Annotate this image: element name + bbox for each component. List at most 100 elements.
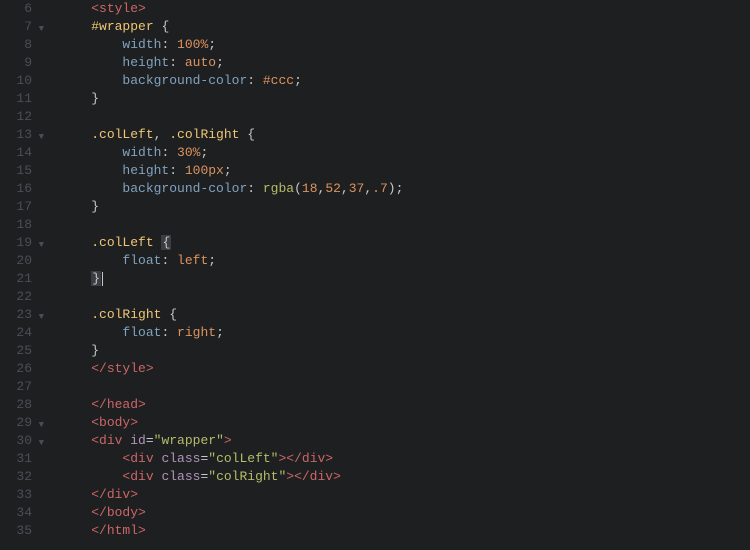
token-val: 30% xyxy=(177,145,200,160)
token-val: 37 xyxy=(349,181,365,196)
line-number: 15 xyxy=(0,162,42,180)
token-tag: ></div> xyxy=(286,469,341,484)
code-line[interactable]: height: 100px; xyxy=(60,162,403,180)
code-line[interactable]: } xyxy=(60,270,403,288)
token-punct: : xyxy=(169,55,185,70)
code-line[interactable]: width: 30%; xyxy=(60,144,403,162)
token-prop: width xyxy=(122,37,161,52)
token-val: .7 xyxy=(372,181,388,196)
token-tag: </body> xyxy=(91,505,146,520)
token-sel: .colLeft xyxy=(91,235,153,250)
token-val: auto xyxy=(185,55,216,70)
token-attr: class xyxy=(161,451,200,466)
code-line[interactable]: </div> xyxy=(60,486,403,504)
line-number: 16 xyxy=(0,180,42,198)
token-punct: ); xyxy=(388,181,404,196)
token-sel: .colRight xyxy=(91,307,161,322)
code-area[interactable]: <style> #wrapper { width: 100%; height: … xyxy=(48,0,403,550)
code-editor[interactable]: 6789101112131415161718192021222324252627… xyxy=(0,0,750,550)
token-prop: background-color xyxy=(122,181,247,196)
code-line[interactable]: } xyxy=(60,342,403,360)
line-number: 10 xyxy=(0,72,42,90)
token-punct: ; xyxy=(216,325,224,340)
line-number: 18 xyxy=(0,216,42,234)
token-punct: , xyxy=(364,181,372,196)
line-number: 13 xyxy=(0,126,42,144)
token-tag: </div> xyxy=(91,487,138,502)
token-punct: ; xyxy=(208,37,216,52)
line-number: 12 xyxy=(0,108,42,126)
code-line[interactable]: .colRight { xyxy=(60,306,403,324)
code-line[interactable]: <style> xyxy=(60,0,403,18)
code-line[interactable] xyxy=(60,216,403,234)
token-val: right xyxy=(177,325,216,340)
line-number: 25 xyxy=(0,342,42,360)
token-punct: ; xyxy=(224,163,232,178)
code-line[interactable]: </body> xyxy=(60,504,403,522)
token-sel: #wrapper xyxy=(91,19,153,34)
token-val: 18 xyxy=(302,181,318,196)
token-tag: </style> xyxy=(91,361,153,376)
token-func: rgba xyxy=(263,181,294,196)
token-tag: <style> xyxy=(91,1,146,16)
code-line[interactable] xyxy=(60,378,403,396)
line-number: 11 xyxy=(0,90,42,108)
code-line[interactable]: </style> xyxy=(60,360,403,378)
token-val: 100px xyxy=(185,163,224,178)
code-line[interactable]: width: 100%; xyxy=(60,36,403,54)
token-tag: ></div> xyxy=(278,451,333,466)
token-punct: } xyxy=(91,199,99,214)
line-number: 9 xyxy=(0,54,42,72)
line-number: 19 xyxy=(0,234,42,252)
token-punct: : xyxy=(247,73,263,88)
token-str: "colLeft" xyxy=(208,451,278,466)
code-line[interactable]: <div id="wrapper"> xyxy=(60,432,403,450)
line-number: 34 xyxy=(0,504,42,522)
code-line[interactable]: height: auto; xyxy=(60,54,403,72)
line-number: 8 xyxy=(0,36,42,54)
code-line[interactable]: </head> xyxy=(60,396,403,414)
line-number: 28 xyxy=(0,396,42,414)
token-prop: height xyxy=(122,163,169,178)
code-line[interactable]: background-color: rgba(18,52,37,.7); xyxy=(60,180,403,198)
code-line[interactable]: } xyxy=(60,198,403,216)
token-attr: id xyxy=(130,433,146,448)
token-val: #ccc xyxy=(263,73,294,88)
matched-brace: { xyxy=(161,235,171,250)
code-line[interactable]: float: left; xyxy=(60,252,403,270)
line-number: 35 xyxy=(0,522,42,540)
text-cursor xyxy=(102,272,103,286)
token-prop: height xyxy=(122,55,169,70)
line-number: 20 xyxy=(0,252,42,270)
line-number: 30 xyxy=(0,432,42,450)
token-punct: = xyxy=(146,433,154,448)
code-line[interactable] xyxy=(60,108,403,126)
code-line[interactable]: } xyxy=(60,90,403,108)
token-str: "colRight" xyxy=(208,469,286,484)
token-punct: } xyxy=(91,91,99,106)
line-number: 27 xyxy=(0,378,42,396)
code-line[interactable]: .colLeft, .colRight { xyxy=(60,126,403,144)
code-line[interactable]: <body> xyxy=(60,414,403,432)
line-number: 6 xyxy=(0,0,42,18)
code-line[interactable]: background-color: #ccc; xyxy=(60,72,403,90)
code-line[interactable]: float: right; xyxy=(60,324,403,342)
code-line[interactable]: </html> xyxy=(60,522,403,540)
code-line[interactable]: <div class="colLeft"></div> xyxy=(60,450,403,468)
token-val: 100% xyxy=(177,37,208,52)
code-line[interactable]: #wrapper { xyxy=(60,18,403,36)
token-tag: > xyxy=(224,433,232,448)
token-punct: { xyxy=(154,19,170,34)
line-number: 21 xyxy=(0,270,42,288)
token-punct: ; xyxy=(200,145,208,160)
token-punct: : xyxy=(161,145,177,160)
token-sel: .colLeft xyxy=(91,127,153,142)
code-line[interactable] xyxy=(60,288,403,306)
line-number: 22 xyxy=(0,288,42,306)
token-punct: ; xyxy=(216,55,224,70)
token-prop: width xyxy=(122,145,161,160)
line-number: 23 xyxy=(0,306,42,324)
line-number: 33 xyxy=(0,486,42,504)
code-line[interactable]: <div class="colRight"></div> xyxy=(60,468,403,486)
code-line[interactable]: .colLeft { xyxy=(60,234,403,252)
